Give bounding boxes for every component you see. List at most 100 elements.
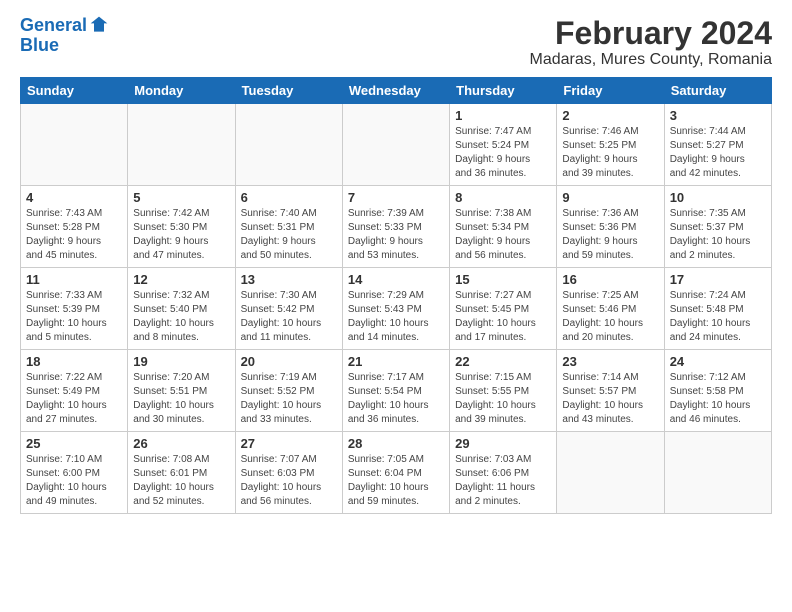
logo-text: General bbox=[20, 16, 87, 36]
calendar-cell: 9 Sunrise: 7:36 AM Sunset: 5:36 PM Daylig… bbox=[557, 186, 664, 268]
header-friday: Friday bbox=[557, 78, 664, 104]
day-info: Sunrise: 7:03 AM Sunset: 6:06 PM Dayligh… bbox=[455, 453, 551, 509]
calendar-cell: 21Sunrise: 7:17 AM Sunset: 5:54 PM Dayli… bbox=[342, 350, 449, 432]
day-number: 19 bbox=[133, 354, 229, 369]
day-number: 14 bbox=[348, 272, 444, 287]
day-number: 12 bbox=[133, 272, 229, 287]
calendar-cell: 19 Sunrise: 7:20 AM Sunset: 5:51 PM Dayli… bbox=[128, 350, 235, 432]
calendar-cell bbox=[21, 104, 128, 186]
calendar-cell: 8 Sunrise: 7:38 AM Sunset: 5:34 PM Daylig… bbox=[450, 186, 557, 268]
day-number: 25 bbox=[26, 436, 122, 451]
calendar-cell: 12 Sunrise: 7:32 AM Sunset: 5:40 PM Dayli… bbox=[128, 268, 235, 350]
week-row-1: 4 Sunrise: 7:43 AM Sunset: 5:28 PM Daylig… bbox=[21, 186, 772, 268]
calendar-cell: 10 Sunrise: 7:35 AM Sunset: 5:37 PM Dayli… bbox=[664, 186, 771, 268]
calendar-table: Sunday Monday Tuesday Wednesday Thursday… bbox=[20, 77, 772, 514]
calendar-cell: 7Sunrise: 7:39 AM Sunset: 5:33 PM Daylig… bbox=[342, 186, 449, 268]
header-thursday: Thursday bbox=[450, 78, 557, 104]
day-info: Sunrise: 7:32 AM Sunset: 5:40 PM Dayligh… bbox=[133, 289, 229, 345]
day-info: Sunrise: 7:12 AM Sunset: 5:58 PM Dayligh… bbox=[670, 371, 766, 427]
day-number: 22 bbox=[455, 354, 551, 369]
calendar-cell: 15 Sunrise: 7:27 AM Sunset: 5:45 PM Dayli… bbox=[450, 268, 557, 350]
day-number: 23 bbox=[562, 354, 658, 369]
day-number: 7 bbox=[348, 190, 444, 205]
day-info: Sunrise: 7:17 AM Sunset: 5:54 PM Dayligh… bbox=[348, 371, 444, 427]
calendar-cell: 17 Sunrise: 7:24 AM Sunset: 5:48 PM Dayli… bbox=[664, 268, 771, 350]
day-info: Sunrise: 7:20 AM Sunset: 5:51 PM Dayligh… bbox=[133, 371, 229, 427]
calendar-cell bbox=[235, 104, 342, 186]
week-row-4: 25 Sunrise: 7:10 AM Sunset: 6:00 PM Dayli… bbox=[21, 432, 772, 514]
calendar-cell: 18Sunrise: 7:22 AM Sunset: 5:49 PM Dayli… bbox=[21, 350, 128, 432]
day-number: 1 bbox=[455, 108, 551, 123]
day-number: 17 bbox=[670, 272, 766, 287]
day-info: Sunrise: 7:10 AM Sunset: 6:00 PM Dayligh… bbox=[26, 453, 122, 509]
calendar-cell bbox=[128, 104, 235, 186]
day-number: 3 bbox=[670, 108, 766, 123]
day-number: 28 bbox=[348, 436, 444, 451]
calendar-cell: 22 Sunrise: 7:15 AM Sunset: 5:55 PM Dayli… bbox=[450, 350, 557, 432]
logo-text-blue: Blue bbox=[20, 36, 109, 56]
week-row-3: 18Sunrise: 7:22 AM Sunset: 5:49 PM Dayli… bbox=[21, 350, 772, 432]
calendar-cell bbox=[664, 432, 771, 514]
calendar-cell: 29 Sunrise: 7:03 AM Sunset: 6:06 PM Dayli… bbox=[450, 432, 557, 514]
header-row: Sunday Monday Tuesday Wednesday Thursday… bbox=[21, 78, 772, 104]
header-monday: Monday bbox=[128, 78, 235, 104]
logo-icon bbox=[89, 15, 109, 35]
day-number: 2 bbox=[562, 108, 658, 123]
day-number: 26 bbox=[133, 436, 229, 451]
day-info: Sunrise: 7:43 AM Sunset: 5:28 PM Dayligh… bbox=[26, 207, 122, 263]
day-info: Sunrise: 7:44 AM Sunset: 5:27 PM Dayligh… bbox=[670, 125, 766, 181]
calendar-cell: 25 Sunrise: 7:10 AM Sunset: 6:00 PM Dayli… bbox=[21, 432, 128, 514]
calendar-cell: 20Sunrise: 7:19 AM Sunset: 5:52 PM Dayli… bbox=[235, 350, 342, 432]
day-number: 15 bbox=[455, 272, 551, 287]
header-wednesday: Wednesday bbox=[342, 78, 449, 104]
calendar-cell: 11 Sunrise: 7:33 AM Sunset: 5:39 PM Dayli… bbox=[21, 268, 128, 350]
day-number: 8 bbox=[455, 190, 551, 205]
day-number: 24 bbox=[670, 354, 766, 369]
calendar-cell: 23 Sunrise: 7:14 AM Sunset: 5:57 PM Dayli… bbox=[557, 350, 664, 432]
calendar-cell: 14Sunrise: 7:29 AM Sunset: 5:43 PM Dayli… bbox=[342, 268, 449, 350]
day-info: Sunrise: 7:27 AM Sunset: 5:45 PM Dayligh… bbox=[455, 289, 551, 345]
day-info: Sunrise: 7:33 AM Sunset: 5:39 PM Dayligh… bbox=[26, 289, 122, 345]
header-saturday: Saturday bbox=[664, 78, 771, 104]
calendar-cell: 24 Sunrise: 7:12 AM Sunset: 5:58 PM Dayli… bbox=[664, 350, 771, 432]
day-info: Sunrise: 7:47 AM Sunset: 5:24 PM Dayligh… bbox=[455, 125, 551, 181]
header-sunday: Sunday bbox=[21, 78, 128, 104]
day-info: Sunrise: 7:40 AM Sunset: 5:31 PM Dayligh… bbox=[241, 207, 337, 263]
day-info: Sunrise: 7:46 AM Sunset: 5:25 PM Dayligh… bbox=[562, 125, 658, 181]
day-number: 20 bbox=[241, 354, 337, 369]
week-row-0: 1 Sunrise: 7:47 AM Sunset: 5:24 PM Daylig… bbox=[21, 104, 772, 186]
calendar-cell: 26 Sunrise: 7:08 AM Sunset: 6:01 PM Dayli… bbox=[128, 432, 235, 514]
logo: General Blue bbox=[20, 16, 109, 56]
day-number: 11 bbox=[26, 272, 122, 287]
title-area: February 2024 Madaras, Mures County, Rom… bbox=[530, 16, 772, 69]
day-number: 27 bbox=[241, 436, 337, 451]
day-info: Sunrise: 7:05 AM Sunset: 6:04 PM Dayligh… bbox=[348, 453, 444, 509]
day-info: Sunrise: 7:25 AM Sunset: 5:46 PM Dayligh… bbox=[562, 289, 658, 345]
day-info: Sunrise: 7:38 AM Sunset: 5:34 PM Dayligh… bbox=[455, 207, 551, 263]
day-info: Sunrise: 7:22 AM Sunset: 5:49 PM Dayligh… bbox=[26, 371, 122, 427]
day-info: Sunrise: 7:42 AM Sunset: 5:30 PM Dayligh… bbox=[133, 207, 229, 263]
day-info: Sunrise: 7:36 AM Sunset: 5:36 PM Dayligh… bbox=[562, 207, 658, 263]
calendar-cell: 4 Sunrise: 7:43 AM Sunset: 5:28 PM Daylig… bbox=[21, 186, 128, 268]
day-number: 10 bbox=[670, 190, 766, 205]
calendar-cell: 13Sunrise: 7:30 AM Sunset: 5:42 PM Dayli… bbox=[235, 268, 342, 350]
calendar-cell: 6Sunrise: 7:40 AM Sunset: 5:31 PM Daylig… bbox=[235, 186, 342, 268]
calendar-cell bbox=[557, 432, 664, 514]
header: General Blue February 2024 Madaras, Mure… bbox=[20, 16, 772, 69]
calendar-cell: 28 Sunrise: 7:05 AM Sunset: 6:04 PM Dayli… bbox=[342, 432, 449, 514]
day-info: Sunrise: 7:08 AM Sunset: 6:01 PM Dayligh… bbox=[133, 453, 229, 509]
header-tuesday: Tuesday bbox=[235, 78, 342, 104]
calendar-cell: 5Sunrise: 7:42 AM Sunset: 5:30 PM Daylig… bbox=[128, 186, 235, 268]
day-number: 4 bbox=[26, 190, 122, 205]
day-info: Sunrise: 7:35 AM Sunset: 5:37 PM Dayligh… bbox=[670, 207, 766, 263]
calendar-cell: 3 Sunrise: 7:44 AM Sunset: 5:27 PM Daylig… bbox=[664, 104, 771, 186]
day-info: Sunrise: 7:14 AM Sunset: 5:57 PM Dayligh… bbox=[562, 371, 658, 427]
location-title: Madaras, Mures County, Romania bbox=[530, 51, 772, 69]
page: General Blue February 2024 Madaras, Mure… bbox=[0, 0, 792, 612]
week-row-2: 11 Sunrise: 7:33 AM Sunset: 5:39 PM Dayli… bbox=[21, 268, 772, 350]
calendar-cell: 27Sunrise: 7:07 AM Sunset: 6:03 PM Dayli… bbox=[235, 432, 342, 514]
day-number: 29 bbox=[455, 436, 551, 451]
day-info: Sunrise: 7:24 AM Sunset: 5:48 PM Dayligh… bbox=[670, 289, 766, 345]
day-number: 9 bbox=[562, 190, 658, 205]
day-info: Sunrise: 7:15 AM Sunset: 5:55 PM Dayligh… bbox=[455, 371, 551, 427]
